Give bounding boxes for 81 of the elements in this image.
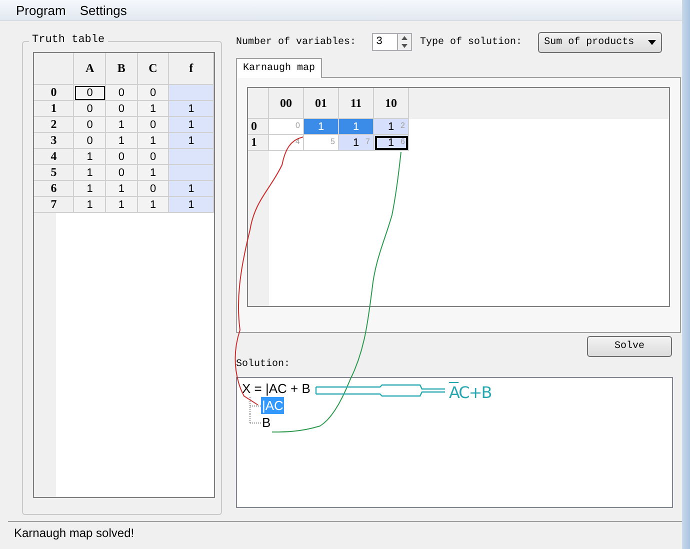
row-header: 3 [34,132,74,148]
table-cell[interactable]: 1 [74,164,106,180]
cell-value: 1 [388,120,394,132]
dropdown-arrow-icon [648,40,656,44]
table-cell[interactable]: 1 [74,196,106,212]
table-cell[interactable]: 1 [137,100,169,116]
handwritten-note: AC+B [449,383,492,402]
field-label: Type of solution: [420,36,522,48]
variables-field[interactable]: 3 [372,33,398,51]
row-header: 2 [34,116,74,132]
cell-index: 2 [400,121,405,130]
table-cell[interactable]: 1 [137,132,169,148]
tree-node[interactable]: X = |AC + B [241,380,312,397]
cell-index: 7 [366,137,370,146]
tab[interactable]: Karnaugh map [236,58,322,78]
map-cell[interactable]: 1 2 [374,118,408,134]
row-header: 0 [34,84,74,100]
corner-header [34,53,74,84]
table-cell[interactable]: 0 [74,84,106,100]
menu-item[interactable]: Program [12,2,70,18]
row-header: 1 [34,100,74,116]
field-label: Number of variables: [236,36,356,48]
table-cell[interactable]: 1 [74,148,106,164]
table-cell[interactable]: 0 [106,100,138,116]
table-cell[interactable]: 1 [74,180,106,196]
field-label: Solution: [236,359,292,372]
tree-node[interactable]: B [261,414,272,431]
cell-value: 1 [352,136,360,148]
table-cell[interactable] [168,148,214,164]
cell-index: 4 [296,137,300,146]
table-cell[interactable]: 1 [168,132,214,148]
solution-type-dropdown[interactable]: Sum of products [538,32,662,52]
table-cell[interactable]: 1 [106,132,138,148]
cell-value: 1 [388,136,394,148]
table-cell[interactable]: 1 [106,196,138,212]
column-header: 10 [374,88,408,118]
row-header: 6 [34,180,74,196]
table-cell[interactable]: 0 [137,116,169,132]
column-header: A [74,53,106,84]
table-cell[interactable]: 0 [137,148,169,164]
cell-index: 6 [400,137,405,146]
column-header: 11 [338,88,374,118]
column-header: 01 [304,88,338,118]
table-cell[interactable]: 1 [168,196,214,212]
table-cell[interactable]: 1 [168,100,214,116]
cell-index: 0 [296,121,300,130]
table-cell[interactable]: 0 [106,164,138,180]
table-cell[interactable]: 1 [137,196,169,212]
table-cell[interactable]: 0 [137,84,169,100]
table-cell[interactable] [168,84,214,100]
table-cell[interactable]: 1 [168,180,214,196]
table-cell[interactable]: 1 [106,180,138,196]
table-cell[interactable]: 0 [137,180,169,196]
corner-header [248,88,268,118]
table-cell[interactable]: 0 [106,148,138,164]
cell-index: 5 [330,137,335,146]
map-cell[interactable]: 1 7 [338,134,374,150]
table-cell[interactable] [168,164,214,180]
table-cell[interactable]: 0 [74,100,106,116]
row-header: 5 [34,164,74,180]
map-cell[interactable]: 1 6 [374,134,408,150]
table-cell[interactable]: 0 [74,132,106,148]
menu-item[interactable]: Settings [76,2,131,18]
row-header: 1 [248,134,268,150]
status-bar: Karnaugh map solved! [8,521,682,544]
cell-value: 1 [318,120,324,132]
table-cell[interactable]: 1 [168,116,214,132]
table-cell[interactable]: 1 [137,164,169,180]
column-header: 00 [268,88,304,118]
column-header: C [137,53,169,84]
spinner-arrows-icon[interactable] [398,33,412,51]
row-header: 7 [34,196,74,212]
row-header: 4 [34,148,74,164]
table-cell[interactable]: 0 [74,116,106,132]
column-header: f [168,53,214,84]
row-header: 0 [248,118,268,134]
table-cell[interactable]: 0 [106,84,138,100]
table-cell[interactable]: 1 [106,116,138,132]
column-header: B [106,53,138,84]
cell-value: 1 [352,120,360,132]
solve-button[interactable]: Solve [587,336,672,357]
